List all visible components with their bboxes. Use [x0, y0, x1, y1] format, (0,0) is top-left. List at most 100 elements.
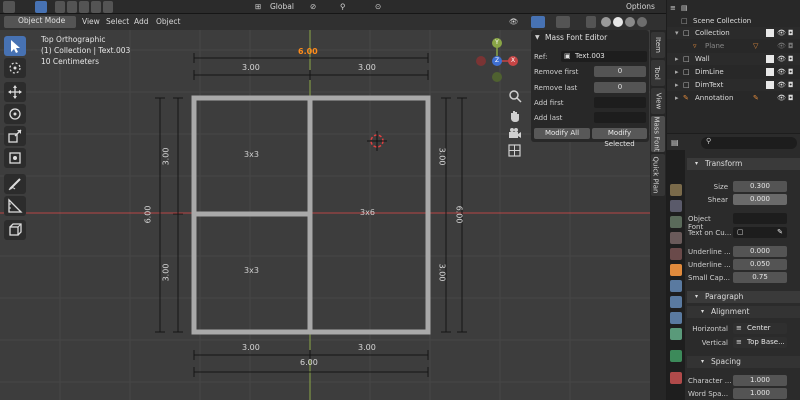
camera-render-icon[interactable]: ◘: [788, 27, 794, 39]
visibility-icon[interactable]: 👁: [509, 16, 519, 28]
measure-tool[interactable]: [4, 196, 26, 216]
tab-item[interactable]: Item: [651, 32, 665, 58]
eye-icon[interactable]: 👁: [777, 53, 786, 65]
camera-render-icon[interactable]: ◘: [788, 40, 794, 52]
gizmo-x-icon[interactable]: X: [508, 56, 518, 66]
dim-top-left[interactable]: 3.00: [242, 63, 260, 72]
checkbox-icon[interactable]: [766, 55, 774, 63]
particles-tab-icon[interactable]: [670, 296, 682, 308]
eye-icon[interactable]: 👁: [777, 79, 786, 91]
snap-icon[interactable]: ⚲: [340, 1, 346, 13]
dim-left-upper[interactable]: 3.00: [161, 148, 170, 166]
outliner-item-dimtext[interactable]: ▸ □ DimText 👁 ◘: [667, 79, 800, 91]
tab-tool[interactable]: Tool: [651, 60, 665, 86]
select-tool[interactable]: [4, 36, 26, 56]
cell-label-bottom-left[interactable]: 3x3: [244, 266, 259, 275]
expand-arrow-icon[interactable]: ▸: [675, 53, 679, 65]
underline-position-field[interactable]: 0.000: [733, 246, 787, 257]
checkbox-icon[interactable]: [766, 81, 774, 89]
cell-label-top-left[interactable]: 3x3: [244, 150, 259, 159]
dim-left-lower[interactable]: 3.00: [161, 264, 170, 282]
properties-editor-icon[interactable]: ▤: [671, 138, 679, 147]
modify-selected-button[interactable]: Modify Selected: [592, 128, 647, 148]
selection-mode-new-icon[interactable]: [55, 1, 65, 13]
output-tab-icon[interactable]: [670, 200, 682, 212]
section-paragraph[interactable]: ▾ Paragraph: [687, 291, 800, 303]
checkbox-icon[interactable]: [766, 29, 774, 37]
selection-mode-invert-icon[interactable]: [91, 1, 101, 13]
outliner-item-wall[interactable]: ▸ □ Wall 👁 ◘: [667, 53, 800, 65]
menu-add[interactable]: Add: [134, 16, 149, 28]
move-tool[interactable]: [4, 82, 26, 102]
add-cube-tool[interactable]: [4, 220, 26, 240]
dim-bottom-left[interactable]: 3.00: [242, 343, 260, 352]
vertical-select[interactable]: ≡ Top Base...: [733, 337, 787, 348]
eye-icon[interactable]: 👁: [777, 27, 786, 39]
expand-arrow-icon[interactable]: ▾: [675, 27, 679, 39]
word-spacing-field[interactable]: 1.000: [733, 388, 787, 399]
tab-view[interactable]: View: [651, 88, 665, 114]
world-tab-icon[interactable]: [670, 248, 682, 260]
editor-type-icon[interactable]: [3, 1, 15, 13]
outliner-item-annotation[interactable]: ▸ ✎ Annotation ✎ 👁 ◘: [667, 92, 800, 104]
character-spacing-field[interactable]: 1.000: [733, 375, 787, 386]
gizmo-z-icon[interactable]: Z: [492, 56, 502, 66]
physics-tab-icon[interactable]: [670, 312, 682, 324]
dim-right-upper[interactable]: 3.00: [437, 148, 446, 166]
view-layer-tab-icon[interactable]: [670, 216, 682, 228]
add-first-field[interactable]: [594, 97, 646, 108]
text-on-curve-field[interactable]: ▢ ✎: [733, 227, 787, 238]
shading-solid-icon[interactable]: [613, 17, 623, 27]
text-data-tab-icon[interactable]: [670, 350, 682, 362]
expand-arrow-icon[interactable]: ▸: [675, 66, 679, 78]
selection-mode-intersect-icon[interactable]: [103, 1, 113, 13]
dim-top-total[interactable]: 6.00: [298, 47, 318, 56]
rotate-tool[interactable]: [4, 104, 26, 124]
render-tab-icon[interactable]: [670, 184, 682, 196]
transform-orientation-icon[interactable]: ⊞: [255, 1, 261, 13]
small-caps-field[interactable]: 0.75: [733, 272, 787, 283]
properties-search-input[interactable]: ⚲: [701, 137, 797, 149]
gizmo-neg-y-icon[interactable]: [492, 72, 502, 82]
object-tab-icon[interactable]: [670, 264, 682, 276]
section-spacing[interactable]: ▾ Spacing: [687, 356, 800, 368]
object-font-field[interactable]: [733, 213, 787, 224]
camera-render-icon[interactable]: ◘: [788, 92, 794, 104]
tab-mass-font[interactable]: Mass Font: [651, 116, 665, 152]
menu-object[interactable]: Object: [156, 16, 180, 28]
annotate-tool[interactable]: [4, 174, 26, 194]
checkbox-icon[interactable]: [766, 68, 774, 76]
panel-collapse-icon[interactable]: ▼: [535, 34, 540, 41]
dim-right-lower[interactable]: 3.00: [437, 264, 446, 282]
outliner-item-plane[interactable]: ▿ Plane ▽ 👁 ◘: [667, 40, 800, 52]
eye-icon[interactable]: 👁: [777, 92, 786, 104]
outliner-item-collection[interactable]: ▾ □ Collection 👁 ◘: [667, 27, 800, 39]
camera-render-icon[interactable]: ◘: [788, 66, 794, 78]
dim-left-total[interactable]: 6.00: [143, 206, 152, 224]
camera-render-icon[interactable]: ◘: [788, 79, 794, 91]
eye-hidden-icon[interactable]: 👁: [777, 40, 786, 52]
dim-bottom-right[interactable]: 3.00: [358, 343, 376, 352]
gizmo-toggle-icon[interactable]: [531, 16, 545, 28]
camera-icon[interactable]: [507, 126, 523, 142]
proportional-edit-icon[interactable]: ⊙: [375, 1, 381, 13]
material-tab-icon[interactable]: [670, 372, 682, 384]
ortho-grid-icon[interactable]: [507, 143, 523, 159]
outliner-item-dimline[interactable]: ▸ □ DimLine 👁 ◘: [667, 66, 800, 78]
expand-arrow-icon[interactable]: ▸: [675, 79, 679, 91]
outliner-item-scene-collection[interactable]: □ Scene Collection: [667, 15, 800, 27]
cursor-tool[interactable]: [4, 58, 26, 78]
tab-quick-plan[interactable]: Quick Plan: [651, 154, 665, 196]
pan-hand-icon[interactable]: [507, 108, 523, 124]
menu-view[interactable]: View: [82, 16, 100, 28]
selection-mode-subtract-icon[interactable]: [79, 1, 89, 13]
gizmo-y-icon[interactable]: Y: [492, 38, 502, 48]
selection-mode-extend-icon[interactable]: [67, 1, 77, 13]
overlay-toggle-icon[interactable]: [556, 16, 570, 28]
remove-last-field[interactable]: 0: [594, 82, 646, 93]
scene-tab-icon[interactable]: [670, 232, 682, 244]
constraints-tab-icon[interactable]: [670, 328, 682, 340]
section-alignment[interactable]: ▾ Alignment: [687, 306, 800, 318]
remove-first-field[interactable]: 0: [594, 66, 646, 77]
cell-label-right[interactable]: 3x6: [360, 208, 375, 217]
